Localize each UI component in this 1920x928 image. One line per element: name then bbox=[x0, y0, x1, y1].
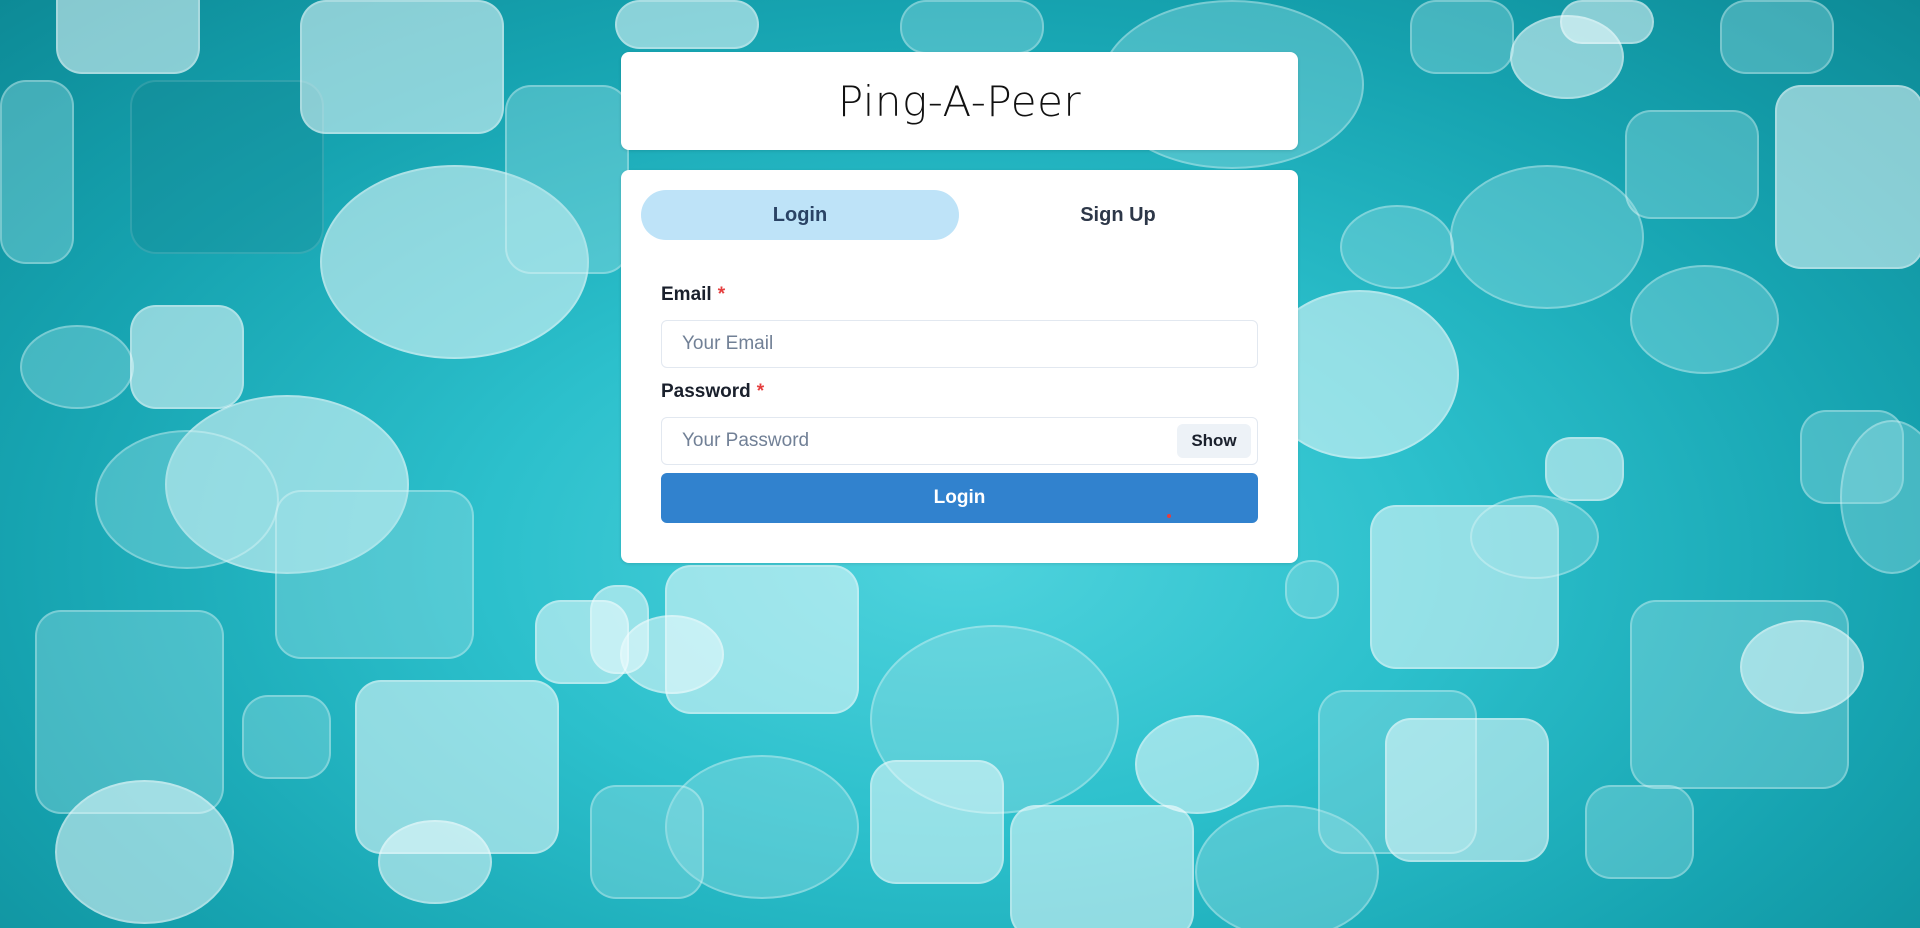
email-label: Email * bbox=[661, 284, 725, 306]
app-title: Ping-A-Peer bbox=[837, 76, 1082, 126]
tab-sign-up[interactable]: Sign Up bbox=[959, 190, 1277, 240]
auth-tabs: Login Sign Up bbox=[641, 190, 1278, 240]
password-label: Password * bbox=[661, 381, 764, 403]
password-required-mark: * bbox=[756, 381, 765, 402]
password-label-text: Password bbox=[661, 381, 751, 402]
email-label-text: Email bbox=[661, 284, 712, 305]
tab-login[interactable]: Login bbox=[641, 190, 959, 240]
email-required-mark: * bbox=[717, 284, 726, 305]
app-title-card: Ping-A-Peer bbox=[621, 52, 1298, 150]
cursor-dot bbox=[1167, 514, 1171, 518]
show-password-button[interactable]: Show bbox=[1177, 424, 1251, 458]
email-input[interactable] bbox=[661, 320, 1258, 368]
password-input[interactable] bbox=[661, 417, 1258, 465]
auth-form-card: Login Sign Up Email* Password* Show Logi… bbox=[621, 170, 1298, 563]
